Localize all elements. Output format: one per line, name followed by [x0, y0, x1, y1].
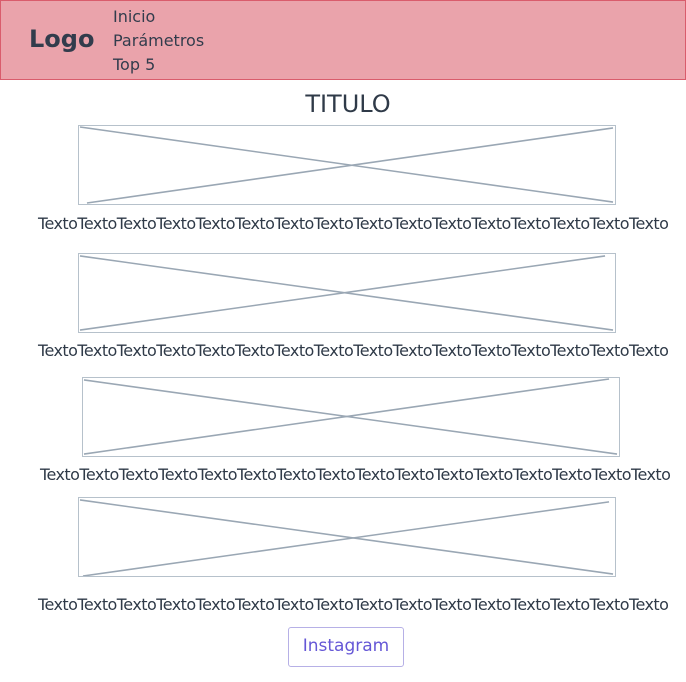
image-placeholder-3	[82, 377, 620, 457]
nav-item-parametros[interactable]: Parámetros	[113, 29, 204, 53]
image-placeholder-icon	[83, 378, 618, 455]
nav-item-inicio[interactable]: Inicio	[113, 5, 204, 29]
image-placeholder-4	[78, 497, 616, 577]
image-placeholder-icon	[79, 126, 614, 204]
page-title: TITULO	[305, 90, 391, 118]
section-caption-4: TextoTextoTextoTextoTextoTextoTextoTexto…	[38, 595, 669, 614]
instagram-button[interactable]: Instagram	[288, 627, 404, 667]
header: Logo Inicio Parámetros Top 5	[0, 0, 686, 80]
page: Logo Inicio Parámetros Top 5 TITULO Text…	[0, 0, 686, 682]
section-caption-2: TextoTextoTextoTextoTextoTextoTextoTexto…	[38, 341, 669, 360]
image-placeholder-1	[78, 125, 616, 205]
image-placeholder-icon	[79, 255, 614, 331]
section-caption-3: TextoTextoTextoTextoTextoTextoTextoTexto…	[40, 465, 671, 484]
image-placeholder-icon	[79, 499, 614, 576]
section-caption-1: TextoTextoTextoTextoTextoTextoTextoTexto…	[38, 214, 669, 233]
nav-menu: Inicio Parámetros Top 5	[113, 5, 204, 77]
nav-item-top-5[interactable]: Top 5	[113, 53, 204, 77]
logo[interactable]: Logo	[29, 25, 94, 53]
image-placeholder-2	[78, 253, 616, 333]
